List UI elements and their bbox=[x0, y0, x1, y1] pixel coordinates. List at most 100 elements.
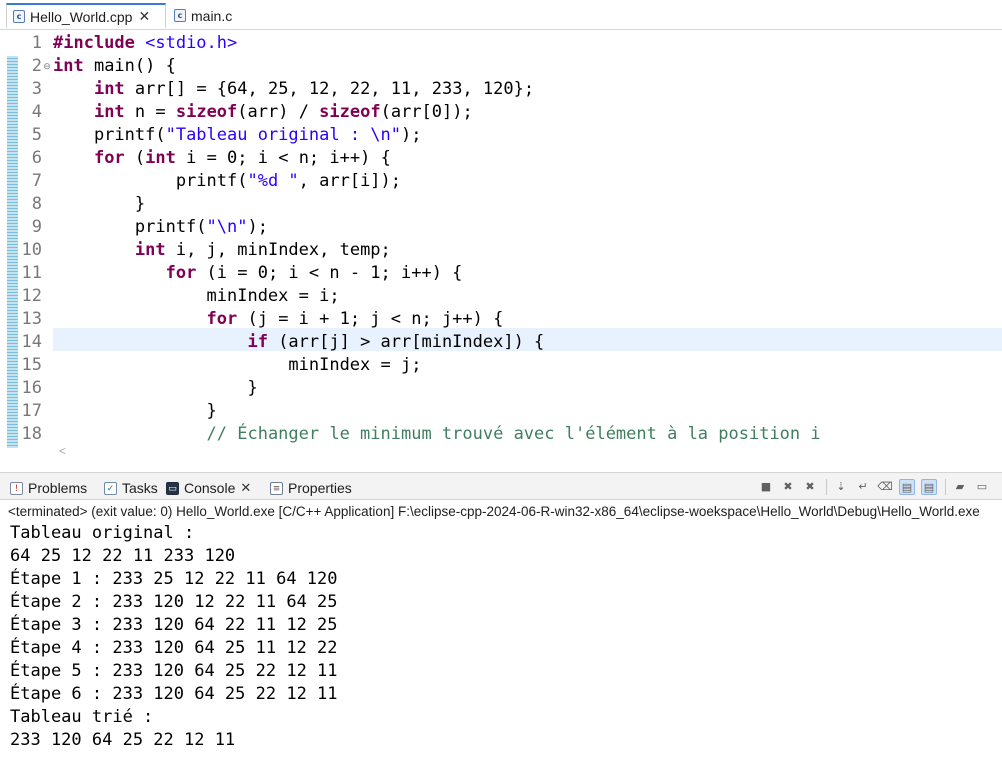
code-token: ); bbox=[247, 217, 268, 237]
tab-label: Hello_World.cpp bbox=[30, 8, 133, 25]
code-token: printf( bbox=[53, 171, 248, 191]
tab-properties[interactable]: ≡ Properties bbox=[270, 478, 352, 498]
line-number: 15 bbox=[21, 355, 42, 375]
pin-console-icon[interactable]: ▰ bbox=[952, 479, 968, 495]
code-token: // Échanger le minimum trouvé avec l'élé… bbox=[206, 424, 821, 444]
remove-launch-icon[interactable]: ✖ bbox=[780, 479, 796, 495]
c-file-icon: c bbox=[13, 10, 25, 23]
editor-tab-bar: c Hello_World.cpp ✕ c main.c bbox=[0, 0, 1002, 30]
code-token: n = bbox=[124, 102, 176, 122]
c-file-icon: c bbox=[174, 9, 186, 22]
line-number: 9 bbox=[31, 217, 42, 237]
code-token: for bbox=[93, 148, 125, 168]
tasks-icon: ✓ bbox=[104, 481, 117, 495]
toolbar-separator bbox=[945, 479, 946, 495]
line-number: 7 bbox=[31, 171, 42, 191]
console-output-line: Étape 3 : 233 120 64 22 11 12 25 bbox=[10, 615, 338, 635]
code-line[interactable]: int arr[] = {64, 25, 12, 22, 11, 233, 12… bbox=[53, 78, 534, 101]
code-line[interactable]: minIndex = i; bbox=[53, 285, 340, 308]
line-number: 13 bbox=[21, 309, 42, 329]
code-line[interactable]: printf("Tableau original : \n"); bbox=[53, 124, 422, 147]
code-line[interactable]: } bbox=[53, 377, 257, 400]
code-token: i, j, minIndex, temp; bbox=[165, 240, 391, 260]
line-number: 10 bbox=[21, 240, 42, 260]
code-token: <stdio.h> bbox=[145, 33, 238, 53]
close-icon[interactable]: ✕ bbox=[240, 480, 251, 496]
code-line[interactable]: for (int i = 0; i < n; i++) { bbox=[53, 147, 391, 170]
tab-console[interactable]: ▭ Console ✕ bbox=[166, 478, 262, 498]
terminate-icon[interactable]: ■ bbox=[758, 479, 774, 495]
tab-label: main.c bbox=[191, 7, 233, 24]
tab-main-c[interactable]: c main.c bbox=[170, 3, 250, 28]
line-number: 6 bbox=[31, 148, 42, 168]
console-output-line: Étape 6 : 233 120 64 25 22 12 11 bbox=[10, 684, 338, 704]
console-output[interactable]: Tableau original : 64 25 12 22 11 233 120… bbox=[0, 522, 1002, 763]
tab-label: Properties bbox=[288, 480, 352, 496]
console-output-line: Étape 2 : 233 120 12 22 11 64 25 bbox=[10, 592, 338, 612]
display-selected-console-icon[interactable]: ▭ bbox=[974, 479, 990, 495]
code-token: ); bbox=[401, 125, 422, 145]
code-token: i = 0; i < n; i++) { bbox=[175, 148, 391, 168]
code-line[interactable]: } bbox=[53, 400, 217, 423]
console-output-line: 233 120 64 25 22 12 11 bbox=[10, 730, 236, 750]
code-token: main() { bbox=[83, 56, 176, 76]
quick-diff-bar bbox=[7, 56, 18, 448]
code-line[interactable]: minIndex = j; bbox=[53, 354, 421, 377]
code-line[interactable]: int n = sizeof(arr) / sizeof(arr[0]); bbox=[53, 101, 473, 124]
code-line[interactable]: // Échanger le minimum trouvé avec l'élé… bbox=[53, 423, 821, 446]
word-wrap-icon[interactable]: ↵ bbox=[855, 479, 871, 495]
console-output-line: Étape 5 : 233 120 64 25 22 12 11 bbox=[10, 661, 338, 681]
line-number: 16 bbox=[21, 378, 42, 398]
code-line[interactable]: if (arr[j] > arr[minIndex]) { bbox=[53, 331, 544, 354]
console-output-line: Étape 4 : 233 120 64 25 11 12 22 bbox=[10, 638, 338, 658]
console-output-line: Étape 1 : 233 25 12 22 11 64 120 bbox=[10, 569, 338, 589]
code-token: int bbox=[145, 148, 176, 168]
code-token: "Tableau original : \n" bbox=[165, 125, 401, 145]
code-token: if bbox=[247, 332, 268, 352]
code-token: (arr[j] > arr[minIndex]) { bbox=[267, 332, 545, 352]
clear-console-icon[interactable]: ⌫ bbox=[877, 479, 893, 495]
console-icon: ▭ bbox=[166, 481, 179, 495]
code-line[interactable]: int i, j, minIndex, temp; bbox=[53, 239, 391, 262]
code-line[interactable]: for (j = i + 1; j < n; j++) { bbox=[53, 308, 504, 331]
console-output-line: Tableau trié : bbox=[10, 707, 154, 727]
scroll-left-icon[interactable]: < bbox=[59, 444, 66, 458]
code-token: int bbox=[53, 56, 84, 76]
tab-hello-world-cpp[interactable]: c Hello_World.cpp ✕ bbox=[6, 3, 166, 28]
fold-collapse-icon[interactable]: ⊖ bbox=[42, 55, 52, 78]
properties-icon: ≡ bbox=[270, 481, 283, 495]
line-number: 5 bbox=[31, 125, 42, 145]
code-line[interactable]: } bbox=[53, 193, 145, 216]
line-number: 17 bbox=[21, 401, 42, 421]
code-line[interactable]: #include <stdio.h> bbox=[53, 32, 237, 55]
code-token: int bbox=[93, 79, 125, 99]
code-line[interactable]: printf("\n"); bbox=[53, 216, 268, 239]
code-token: (j = i + 1; j < n; j++) { bbox=[237, 309, 504, 329]
close-icon[interactable]: ✕ bbox=[138, 8, 150, 25]
line-number: 1 bbox=[31, 33, 42, 53]
show-console-on-error-icon[interactable]: ▤ bbox=[921, 479, 937, 495]
code-token: for bbox=[165, 263, 197, 283]
scroll-lock-icon[interactable]: ⇣ bbox=[833, 479, 849, 495]
console-output-line: 64 25 12 22 11 233 120 bbox=[10, 546, 236, 566]
tab-tasks[interactable]: ✓ Tasks bbox=[104, 478, 158, 498]
console-toolbar: ■ ✖ ✖ ⇣ ↵ ⌫ ▤ ▤ ▰ ▭ bbox=[758, 477, 996, 497]
line-number: 12 bbox=[21, 286, 42, 306]
remove-all-terminated-icon[interactable]: ✖ bbox=[802, 479, 818, 495]
code-line[interactable]: printf("%d ", arr[i]); bbox=[53, 170, 401, 193]
tab-label: Tasks bbox=[122, 480, 158, 496]
show-console-on-output-icon[interactable]: ▤ bbox=[899, 479, 915, 495]
code-line[interactable]: for (i = 0; i < n - 1; i++) { bbox=[53, 262, 463, 285]
code-editor[interactable]: 1 2 3 4 5 6 7 8 9 10 11 12 13 14 15 16 17 18 ⊖ #include <… bbox=[0, 30, 1002, 458]
tab-problems[interactable]: ! Problems bbox=[10, 478, 87, 498]
code-line[interactable]: int main() { bbox=[53, 55, 176, 78]
horizontal-scrollbar[interactable]: < bbox=[53, 444, 1002, 462]
line-number: 8 bbox=[31, 194, 42, 214]
code-token: sizeof bbox=[175, 102, 238, 122]
